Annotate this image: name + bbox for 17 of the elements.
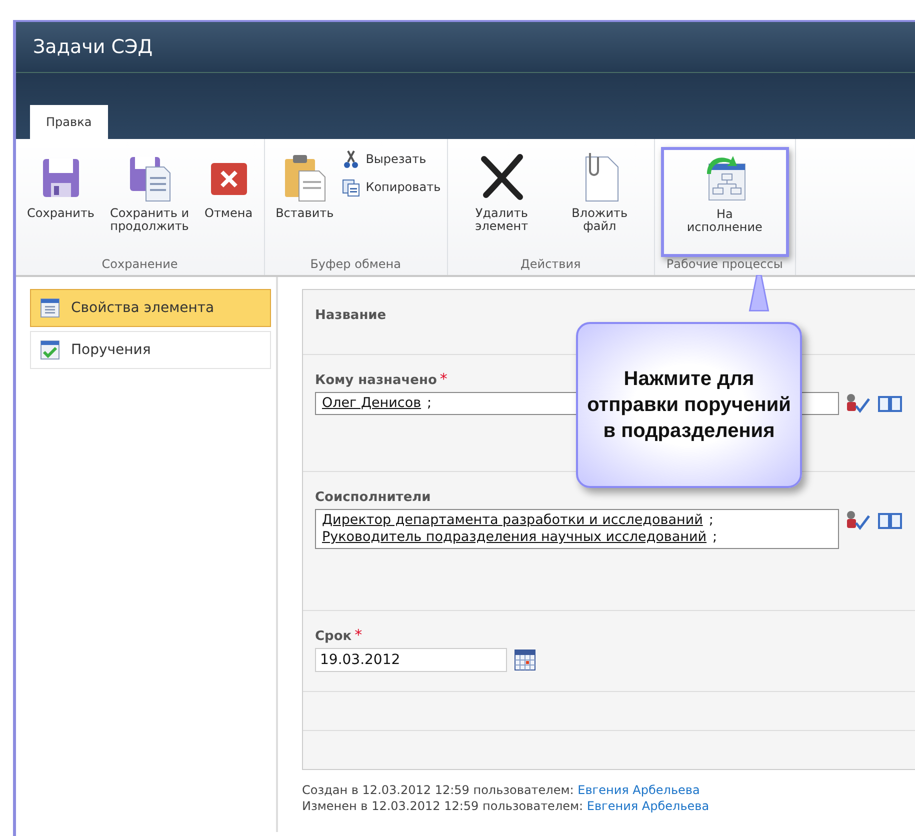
window-title: Задачи СЭД (33, 36, 153, 58)
field-label: Соисполнители (315, 490, 431, 505)
field-label: Название (315, 308, 386, 323)
ribbon-group-label: Действия (520, 257, 582, 273)
ribbon-group-label: Буфер обмена (309, 257, 402, 273)
field-label: Кому назначено (315, 373, 437, 388)
ribbon-group-label: Рабочие процессы (665, 257, 784, 273)
field-label: Срок (315, 629, 352, 644)
created-modified-info: Создан в 12.03.2012 12:59 пользователем: Евгения Арбельева (302, 782, 701, 798)
ribbon-group-label: Сохранение (100, 257, 179, 273)
separator: ; (427, 395, 432, 411)
separator: ; (708, 512, 714, 528)
callout-tooltip: Нажмите для отправки поручений в подразделения (576, 322, 802, 488)
required-mark: * (440, 370, 448, 388)
separator: ; (712, 529, 718, 545)
created-modified-info: Изменен в 12.03.2012 12:59 пользователем: Евгения Арбельева (302, 798, 710, 814)
required-mark: * (354, 626, 362, 644)
